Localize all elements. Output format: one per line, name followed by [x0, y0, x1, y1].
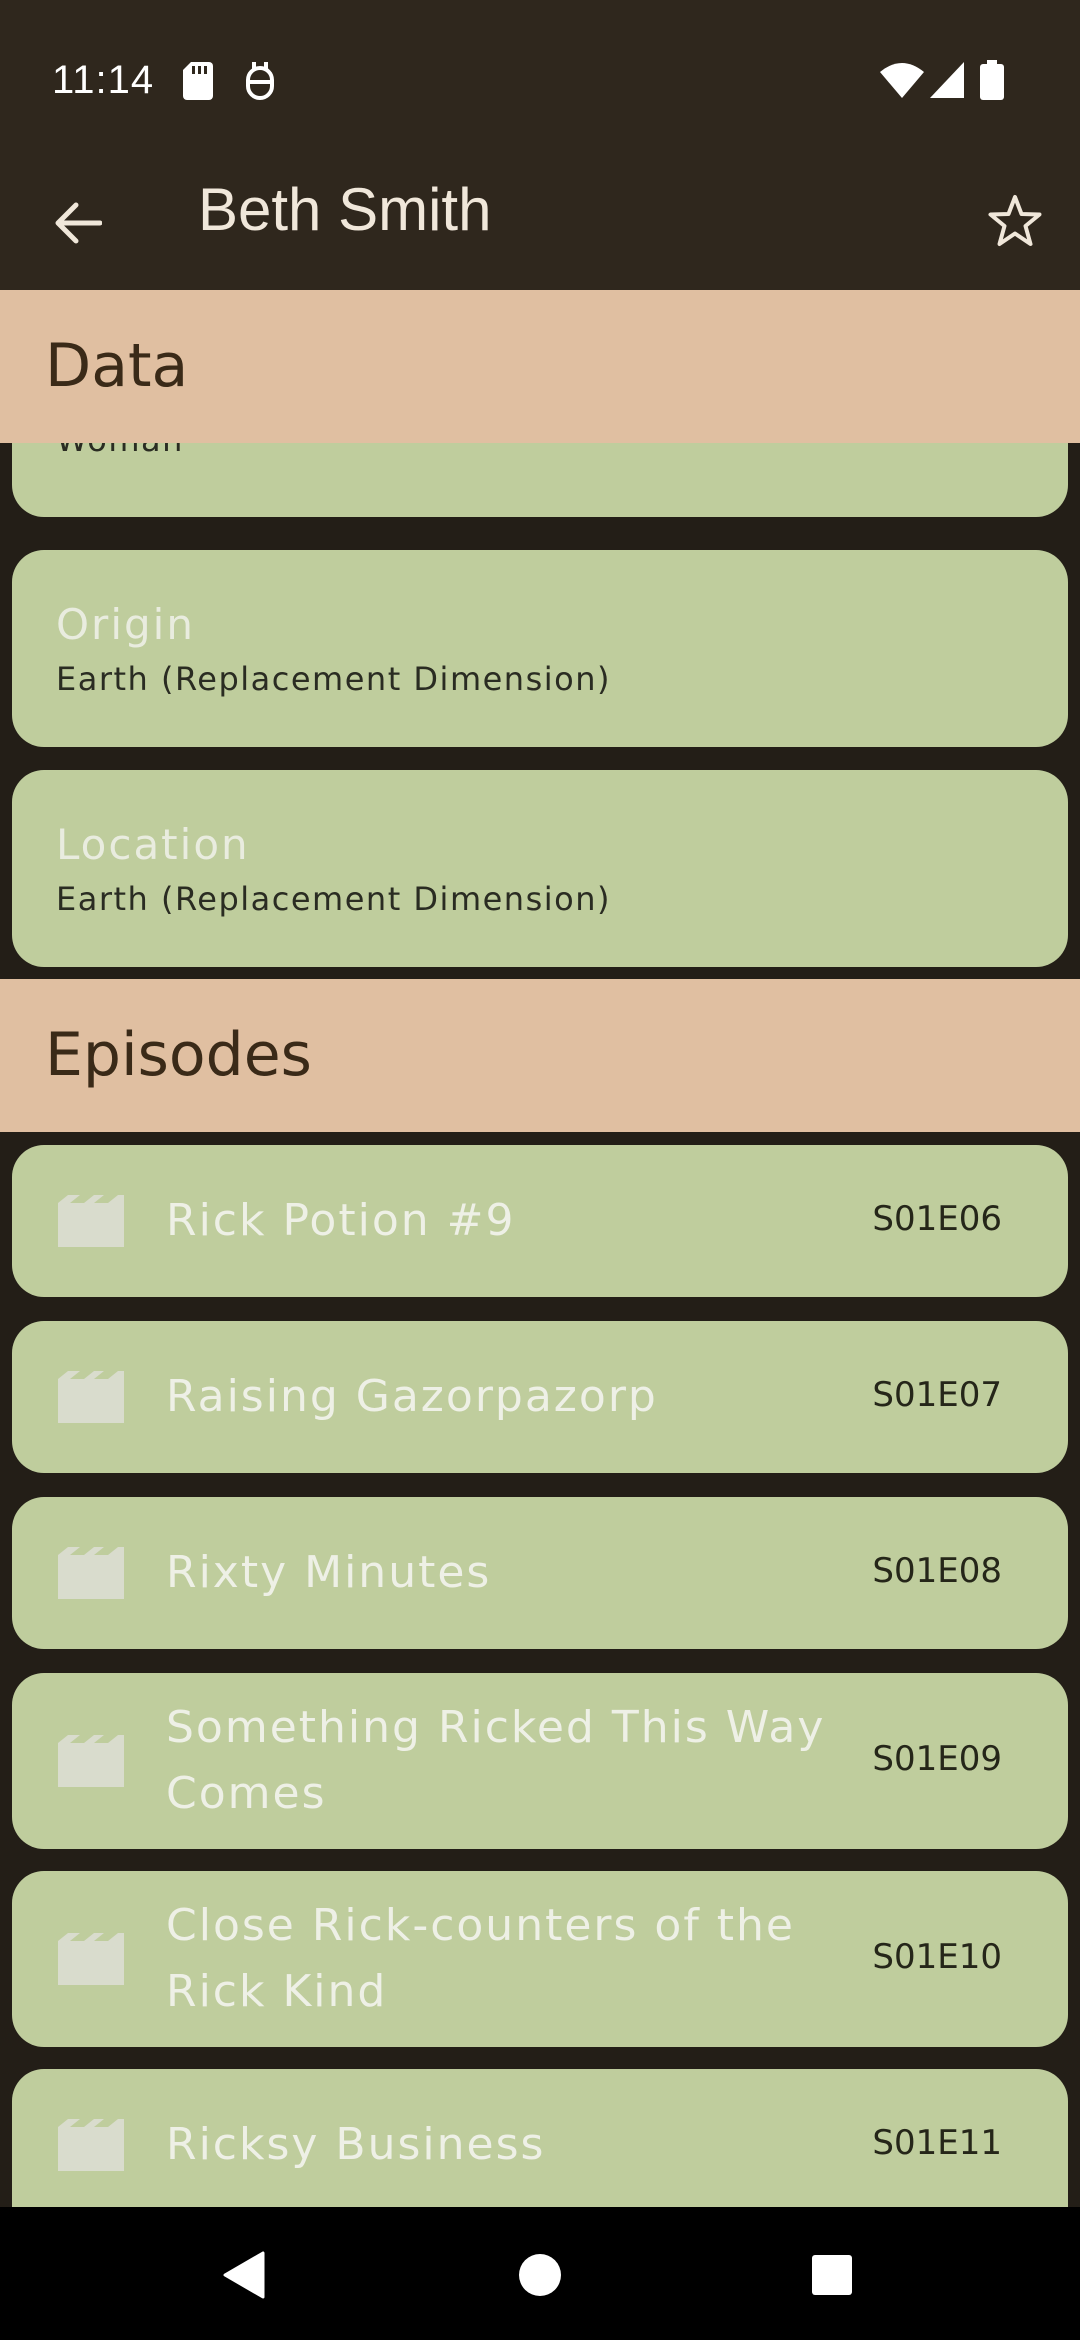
battery-icon — [980, 60, 1004, 104]
episode-code: S01E11 — [872, 2123, 1002, 2163]
section-header-episodes: Episodes — [0, 979, 1080, 1132]
star-outline-icon — [987, 194, 1043, 252]
signal-icon — [930, 62, 964, 102]
arrow-back-icon — [54, 201, 103, 249]
episode-card[interactable]: Rick Potion #9 S01E06 — [12, 1145, 1068, 1297]
clapperboard-icon — [58, 1933, 124, 1985]
episode-title: Rick Potion #9 — [166, 1195, 516, 1246]
episode-card[interactable]: Close Rick-counters of the Rick Kind S01… — [12, 1871, 1068, 2047]
section-title-data: Data — [45, 331, 189, 401]
status-bar: 11:14 — [0, 0, 1080, 165]
nav-home-circle-icon — [518, 2253, 562, 2301]
origin-value: Earth (Replacement Dimension) — [56, 660, 611, 698]
episode-title: Close Rick-counters of the Rick Kind — [166, 1900, 796, 2017]
wifi-icon — [880, 62, 924, 102]
nav-back-button[interactable] — [203, 2237, 283, 2317]
nav-home-button[interactable] — [500, 2237, 580, 2317]
status-time: 11:14 — [52, 58, 155, 102]
clapperboard-icon — [58, 1371, 124, 1423]
episode-title: Rixty Minutes — [166, 1547, 492, 1598]
clapperboard-icon — [58, 1195, 124, 1247]
episode-card[interactable]: Something Ricked This Way Comes S01E09 — [12, 1673, 1068, 1849]
episode-card[interactable]: Rixty Minutes S01E08 — [12, 1497, 1068, 1649]
back-button[interactable] — [48, 185, 108, 265]
clapperboard-icon — [58, 2119, 124, 2171]
origin-label: Origin — [56, 600, 195, 649]
episode-title: Raising Gazorpazorp — [166, 1371, 658, 1422]
section-title-episodes: Episodes — [45, 1020, 312, 1090]
silent-mode-icon — [243, 62, 277, 106]
origin-card: Origin Earth (Replacement Dimension) — [12, 550, 1068, 747]
clapperboard-icon — [58, 1735, 124, 1787]
location-value: Earth (Replacement Dimension) — [56, 880, 611, 918]
episode-card[interactable]: Raising Gazorpazorp S01E07 — [12, 1321, 1068, 1473]
nav-recents-square-icon — [811, 2254, 853, 2300]
episode-code: S01E10 — [872, 1937, 1002, 1977]
nav-back-triangle-icon — [221, 2251, 265, 2303]
episode-card[interactable]: Ricksy Business S01E11 — [12, 2069, 1068, 2207]
clapperboard-icon — [58, 1547, 124, 1599]
episode-code: S01E06 — [872, 1199, 1002, 1239]
favorite-button[interactable] — [980, 183, 1050, 263]
section-header-data: Data — [0, 290, 1080, 443]
page-title: Beth Smith — [198, 176, 492, 243]
episode-title: Ricksy Business — [166, 2119, 546, 2170]
app-bar: Beth Smith — [0, 165, 1080, 290]
episode-code: S01E09 — [872, 1739, 1002, 1779]
character-detail-content[interactable]: Woman Data Origin Earth (Replacement Dim… — [0, 290, 1080, 2207]
sd-card-icon — [183, 62, 213, 104]
location-label: Location — [56, 820, 250, 869]
nav-recents-button[interactable] — [792, 2237, 872, 2317]
location-card: Location Earth (Replacement Dimension) — [12, 770, 1068, 967]
episode-title: Something Ricked This Way Comes — [166, 1702, 826, 1819]
episode-code: S01E07 — [872, 1375, 1002, 1415]
navigation-bar — [0, 2207, 1080, 2340]
episode-code: S01E08 — [872, 1551, 1002, 1591]
